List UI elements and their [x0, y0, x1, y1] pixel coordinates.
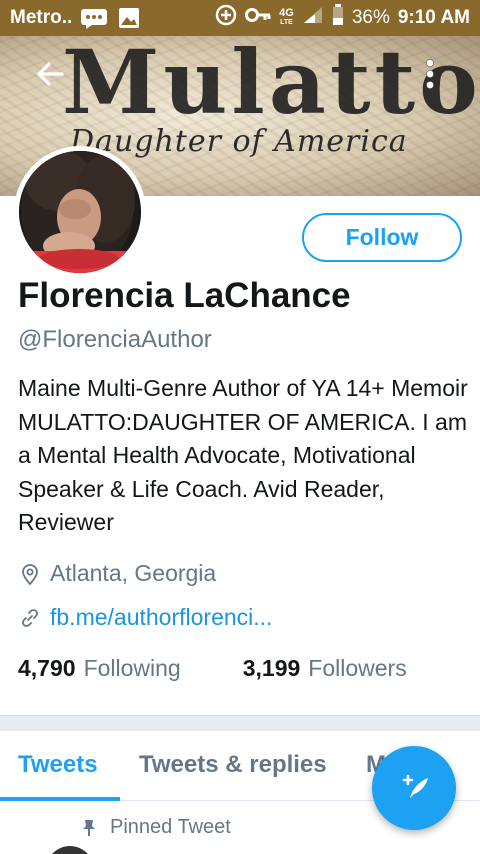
section-divider — [0, 715, 480, 731]
tab-tweets-and-replies[interactable]: Tweets & replies — [139, 751, 327, 779]
tweet-author-avatar[interactable] — [46, 846, 94, 854]
location-row: Atlanta, Georgia — [18, 560, 216, 587]
profile-avatar[interactable] — [14, 146, 146, 278]
message-icon — [80, 7, 108, 29]
carrier-name: Metro.. — [10, 7, 73, 28]
followers-number: 3,199 — [242, 655, 301, 681]
more-vertical-icon — [423, 57, 437, 96]
following-number: 4,790 — [18, 655, 76, 681]
followers-count[interactable]: 3,199 Followers — [243, 655, 407, 682]
location-text: Atlanta, Georgia — [50, 560, 217, 586]
pinned-tweet-label: Pinned Tweet — [82, 816, 231, 839]
arrow-left-icon — [35, 59, 65, 94]
display-name: Florencia LaChance — [18, 276, 351, 315]
status-bar: Metro.. 4G LTE 36% 9:10 AM — [0, 0, 480, 36]
compose-tweet-button[interactable] — [372, 746, 456, 830]
overflow-menu-button[interactable] — [410, 56, 450, 96]
follow-button[interactable]: Follow — [302, 213, 462, 262]
website-row[interactable]: fb.me/authorflorenci... — [18, 604, 272, 631]
image-icon — [118, 7, 140, 29]
key-icon — [245, 7, 271, 29]
tab-tweets[interactable]: Tweets — [18, 751, 98, 779]
battery-icon — [332, 4, 344, 32]
network-label: 4G — [279, 7, 294, 19]
lte-icon: 4G LTE — [279, 7, 294, 27]
follow-counts: 4,790 Following 3,199 Followers — [18, 655, 468, 682]
active-tab-indicator — [0, 797, 120, 801]
following-label: Following — [83, 655, 181, 681]
pinned-text: Pinned Tweet — [110, 816, 231, 838]
following-count[interactable]: 4,790 Following — [18, 655, 181, 682]
user-handle: @FlorenciaAuthor — [18, 326, 212, 353]
battery-percent: 36% — [351, 7, 390, 28]
compose-feather-icon — [396, 768, 432, 809]
clock: 9:10 AM — [397, 7, 470, 28]
website-link[interactable]: fb.me/authorflorenci... — [50, 604, 272, 631]
profile-bio: Maine Multi-Genre Author of YA 14+ Memoi… — [18, 375, 468, 535]
link-icon — [18, 606, 42, 630]
location-pin-icon — [18, 562, 42, 586]
network-sub-label: LTE — [280, 19, 293, 26]
data-saver-icon — [215, 4, 237, 32]
pin-icon — [82, 819, 96, 837]
followers-label: Followers — [308, 655, 407, 681]
back-button[interactable] — [30, 56, 70, 96]
banner-subtitle: Daughter of America — [70, 124, 408, 159]
signal-icon — [302, 5, 324, 31]
